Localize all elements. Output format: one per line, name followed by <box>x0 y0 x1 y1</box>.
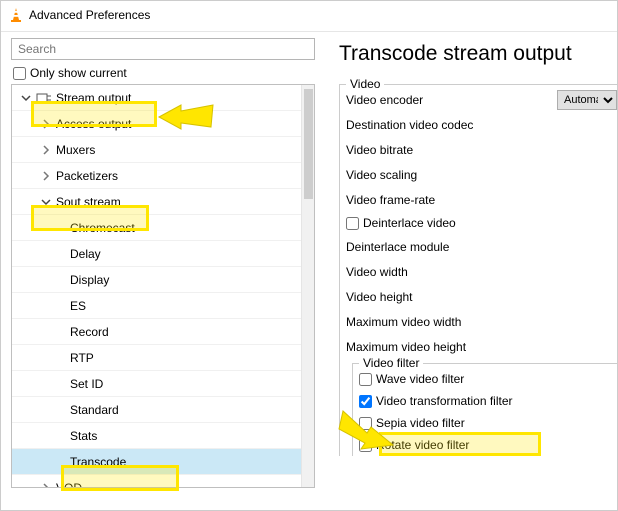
section-title: Transcode stream output <box>339 42 617 66</box>
wave-filter-checkbox[interactable] <box>359 373 372 386</box>
rotate-filter-checkbox[interactable] <box>359 439 372 452</box>
stream-output-icon <box>36 90 52 106</box>
deint-module-label: Deinterlace module <box>346 240 449 254</box>
tree-item-vod[interactable]: VOD <box>12 475 301 488</box>
tree-scrollbar[interactable] <box>301 85 314 487</box>
tree-item-es[interactable]: ES <box>12 293 301 319</box>
transform-filter-checkbox[interactable] <box>359 395 372 408</box>
tree-item-display[interactable]: Display <box>12 267 301 293</box>
tree-item-set-id[interactable]: Set ID <box>12 371 301 397</box>
video-filter-group-label: Video filter <box>359 356 423 370</box>
video-encoder-label: Video encoder <box>346 93 423 107</box>
chevron-down-icon <box>20 92 32 104</box>
tree-item-label: VOD <box>56 481 82 489</box>
video-bitrate-label: Video bitrate <box>346 143 413 157</box>
tree-item-label: Stats <box>70 429 97 443</box>
chevron-right-icon <box>40 170 52 182</box>
title-divider <box>1 31 617 32</box>
video-framerate-label: Video frame-rate <box>346 193 435 207</box>
tree-item-label: ES <box>70 299 86 313</box>
tree-container: Stream output Access output Muxers <box>11 84 315 488</box>
tree-item-label: Stream output <box>56 91 131 105</box>
video-group-label: Video <box>346 77 384 91</box>
chevron-down-icon <box>40 196 52 208</box>
tree-item-label: Sout stream <box>56 195 121 209</box>
tree-item-standard[interactable]: Standard <box>12 397 301 423</box>
transform-filter-label: Video transformation filter <box>376 394 513 408</box>
sepia-filter-label: Sepia video filter <box>376 416 465 430</box>
max-width-label: Maximum video width <box>346 315 461 329</box>
tree-item-label: Display <box>70 273 109 287</box>
max-height-label: Maximum video height <box>346 340 466 354</box>
tree-item-sout-stream[interactable]: Sout stream <box>12 189 301 215</box>
video-encoder-select[interactable]: Automatic <box>557 90 617 110</box>
tree-item-record[interactable]: Record <box>12 319 301 345</box>
deinterlace-checkbox[interactable] <box>346 217 359 230</box>
tree-item-label: Muxers <box>56 143 95 157</box>
video-filter-group: Video filter Wave video filter Video tra… <box>352 363 617 456</box>
video-group: Video Video encoder Automatic Destinatio… <box>339 84 617 456</box>
title-bar: Advanced Preferences <box>1 1 617 29</box>
tree-item-delay[interactable]: Delay <box>12 241 301 267</box>
content-area: Only show current Stream output <box>1 38 617 511</box>
tree-item-label: Standard <box>70 403 119 417</box>
left-panel: Only show current Stream output <box>1 38 321 511</box>
tree-item-label: RTP <box>70 351 94 365</box>
tree-item-label: Transcode <box>70 455 126 469</box>
tree-item-label: Delay <box>70 247 101 261</box>
dest-codec-label: Destination video codec <box>346 118 473 132</box>
video-width-label: Video width <box>346 265 408 279</box>
video-scaling-label: Video scaling <box>346 168 417 182</box>
tree-item-access-output[interactable]: Access output <box>12 111 301 137</box>
tree-item-packetizers[interactable]: Packetizers <box>12 163 301 189</box>
rotate-filter-label: Rotate video filter <box>376 438 469 452</box>
chevron-right-icon <box>40 118 52 130</box>
only-show-current-label: Only show current <box>30 66 127 80</box>
vlc-cone-icon <box>9 7 23 23</box>
tree-body: Stream output Access output Muxers <box>12 85 301 487</box>
tree-item-rtp[interactable]: RTP <box>12 345 301 371</box>
tree-item-chromecast[interactable]: Chromecast <box>12 215 301 241</box>
only-show-current-checkbox[interactable] <box>13 67 26 80</box>
tree-item-stats[interactable]: Stats <box>12 423 301 449</box>
search-input[interactable] <box>11 38 315 60</box>
wave-filter-label: Wave video filter <box>376 372 464 386</box>
deinterlace-label: Deinterlace video <box>363 216 456 230</box>
tree-item-label: Record <box>70 325 109 339</box>
window-title: Advanced Preferences <box>29 8 150 22</box>
chevron-right-icon <box>40 144 52 156</box>
tree-item-muxers[interactable]: Muxers <box>12 137 301 163</box>
tree-item-label: Access output <box>56 117 131 131</box>
chevron-right-icon <box>40 482 52 489</box>
sepia-filter-checkbox[interactable] <box>359 417 372 430</box>
tree-item-stream-output[interactable]: Stream output <box>12 85 301 111</box>
tree-item-transcode[interactable]: Transcode <box>12 449 301 475</box>
scrollbar-thumb[interactable] <box>304 89 313 199</box>
tree-item-label: Packetizers <box>56 169 118 183</box>
right-panel: Transcode stream output Video Video enco… <box>321 38 617 511</box>
video-height-label: Video height <box>346 290 413 304</box>
tree-item-label: Set ID <box>70 377 103 391</box>
tree-item-label: Chromecast <box>70 221 135 235</box>
